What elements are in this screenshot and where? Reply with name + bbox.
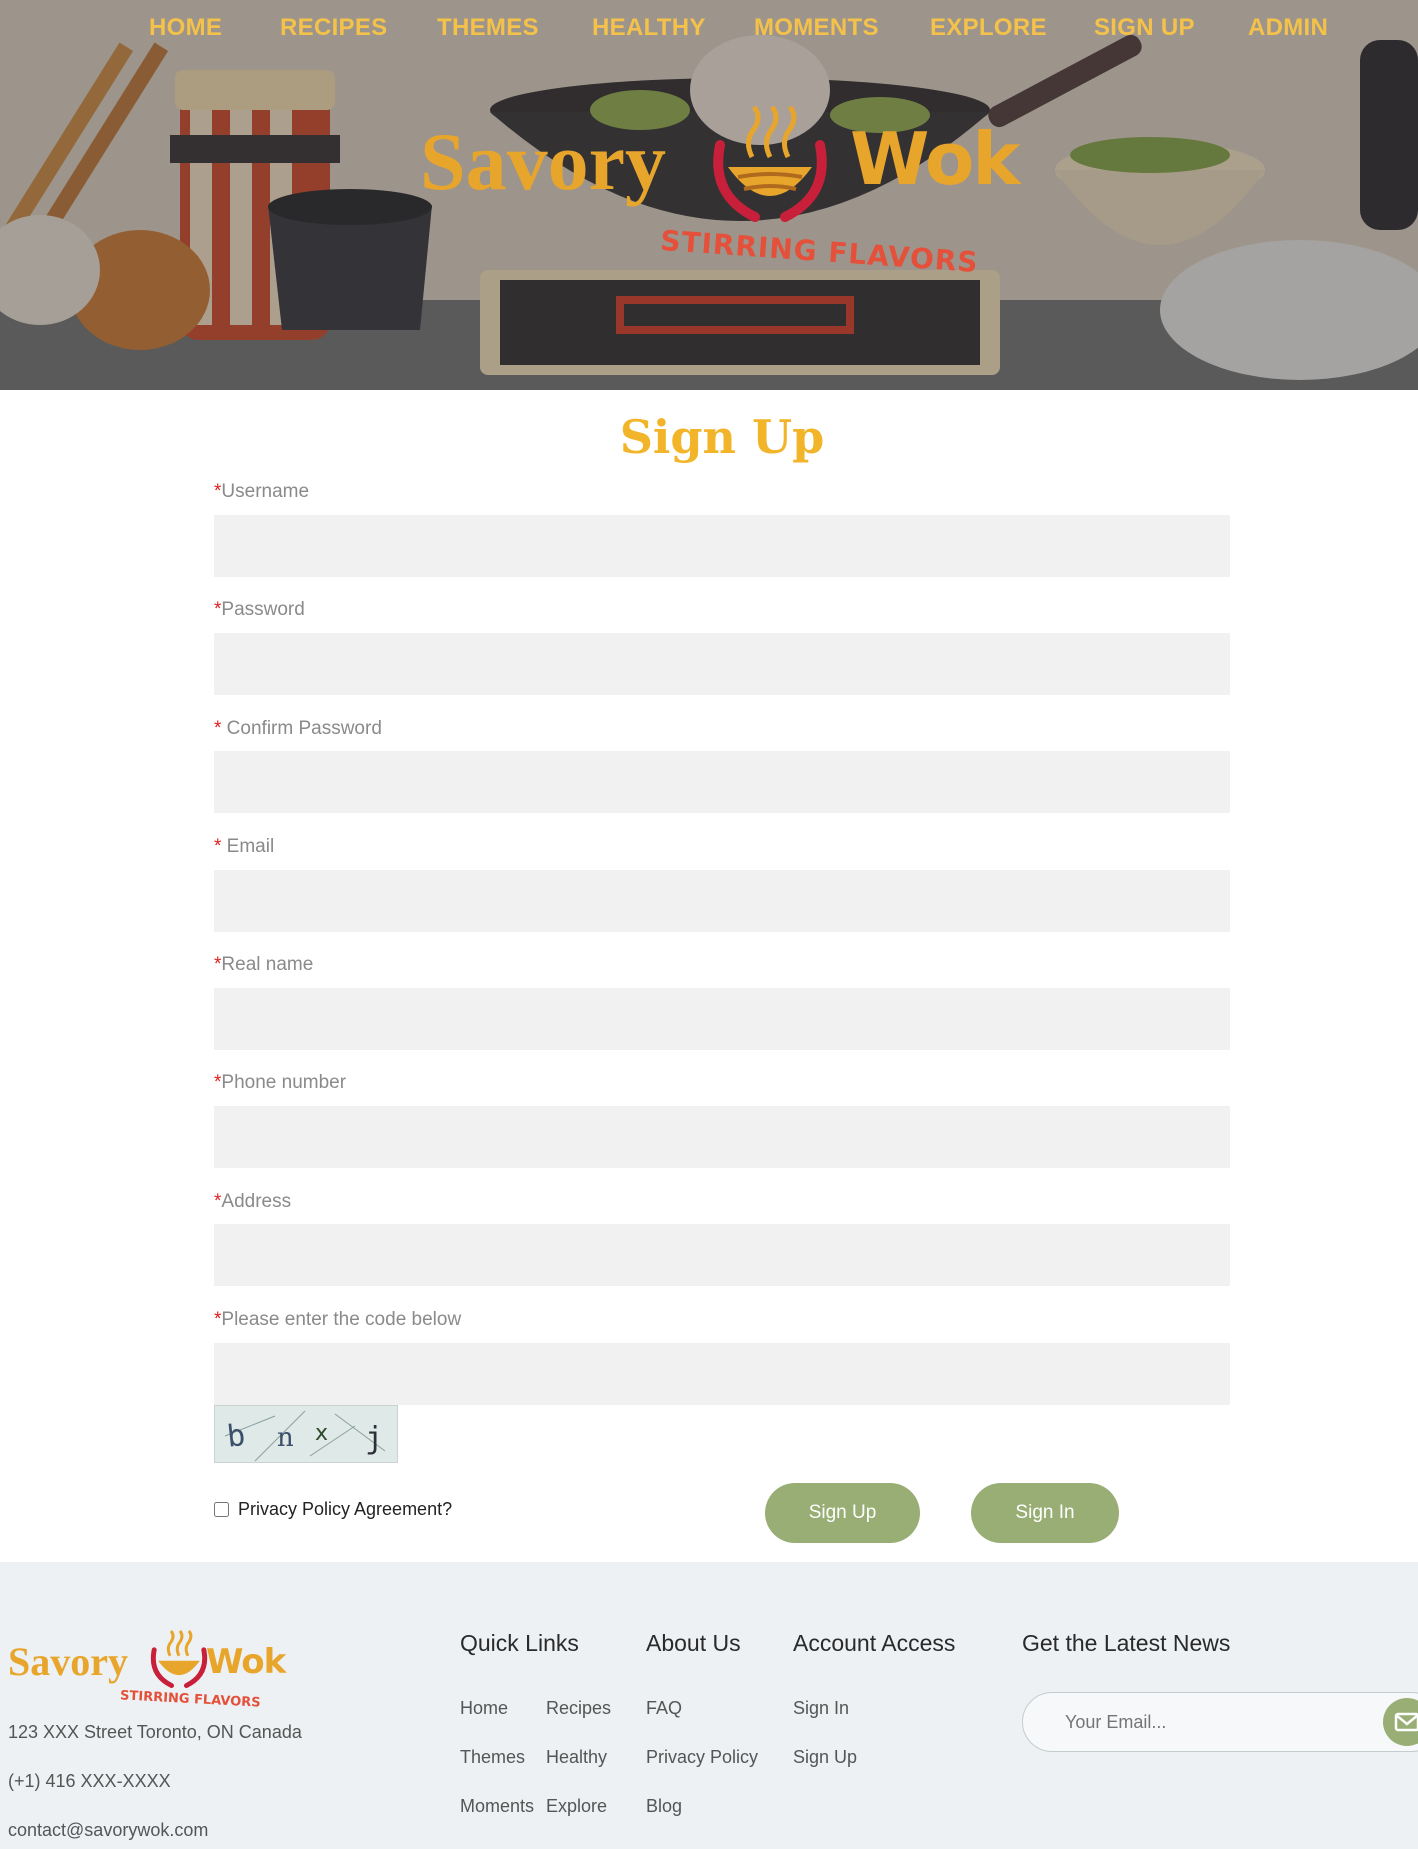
footer-link-blog[interactable]: Blog	[646, 1796, 682, 1817]
username-label: *Username	[214, 481, 310, 502]
confirm-password-label: * Confirm Password	[214, 718, 382, 739]
envelope-icon	[1394, 1712, 1418, 1732]
page: HOME RECIPES THEMES HEALTHY MOMENTS EXPL…	[0, 0, 1418, 1849]
phone-number-input[interactable]	[214, 1106, 1230, 1168]
account-access-heading: Account Access	[793, 1630, 956, 1656]
footer-link-sign-in[interactable]: Sign In	[793, 1698, 849, 1719]
nav-moments[interactable]: MOMENTS	[754, 14, 879, 42]
footer-link-recipes[interactable]: Recipes	[546, 1698, 611, 1719]
footer-logo-word-savory: Savory	[8, 1639, 128, 1684]
nav-home[interactable]: HOME	[149, 14, 222, 42]
footer-link-home[interactable]: Home	[460, 1698, 508, 1719]
privacy-label: Privacy Policy Agreement?	[238, 1498, 453, 1519]
newsletter-email-input[interactable]	[1022, 1692, 1418, 1752]
page-title: Sign Up	[619, 410, 825, 464]
footer-email: contact@savorywok.com	[8, 1820, 209, 1840]
nav-admin[interactable]: ADMIN	[1248, 14, 1328, 42]
footer-link-themes[interactable]: Themes	[460, 1747, 525, 1768]
logo-word-wok: Wok	[850, 117, 1020, 201]
sign-up-button[interactable]: Sign Up	[765, 1483, 920, 1543]
footer-link-sign-up[interactable]: Sign Up	[793, 1747, 857, 1768]
footer-logo-tagline: STIRRING FLAVORS	[119, 1688, 261, 1711]
footer-link-faq[interactable]: FAQ	[646, 1698, 682, 1719]
phone-number-label: *Phone number	[214, 1072, 347, 1093]
svg-text:x: x	[315, 1421, 328, 1446]
captcha-input[interactable]	[214, 1343, 1230, 1405]
password-label: *Password	[214, 599, 305, 620]
captcha-label: *Please enter the code below	[214, 1309, 462, 1330]
footer-link-privacy-policy[interactable]: Privacy Policy	[646, 1747, 758, 1768]
footer-link-explore[interactable]: Explore	[546, 1796, 607, 1817]
footer-phone: (+1) 416 XXX-XXXX	[8, 1771, 171, 1791]
real-name-label: *Real name	[214, 954, 314, 975]
real-name-input[interactable]	[214, 988, 1230, 1050]
confirm-password-input[interactable]	[214, 751, 1230, 813]
username-input[interactable]	[214, 515, 1230, 577]
password-input[interactable]	[214, 633, 1230, 695]
nav-explore[interactable]: EXPLORE	[930, 14, 1047, 42]
address-label: *Address	[214, 1191, 292, 1212]
logo-tagline: STIRRING FLAVORS	[659, 223, 980, 280]
address-input[interactable]	[214, 1224, 1230, 1286]
newsletter-submit-button[interactable]	[1383, 1698, 1418, 1746]
email-label: * Email	[214, 836, 275, 857]
main-nav: HOME RECIPES THEMES HEALTHY MOMENTS EXPL…	[0, 14, 1418, 54]
steaming-bowl-icon	[713, 105, 827, 222]
captcha-image[interactable]: b n x j	[214, 1405, 398, 1463]
newsletter-heading: Get the Latest News	[1022, 1630, 1231, 1656]
brand-logo[interactable]: Savory Wok STIRRING FLAVORS	[420, 105, 1030, 295]
svg-text:b: b	[225, 1418, 247, 1455]
footer-logo-word-wok: Wok	[206, 1642, 286, 1682]
quick-links-heading: Quick Links	[460, 1630, 579, 1656]
hero-banner: HOME RECIPES THEMES HEALTHY MOMENTS EXPL…	[0, 0, 1418, 390]
steaming-bowl-icon	[150, 1630, 208, 1689]
footer-address: 123 XXX Street Toronto, ON Canada	[8, 1722, 302, 1742]
email-input[interactable]	[214, 870, 1230, 932]
privacy-checkbox[interactable]	[214, 1501, 229, 1517]
privacy-agreement[interactable]: Privacy Policy Agreement?	[214, 1497, 452, 1521]
svg-text:n: n	[277, 1423, 294, 1453]
captcha-glyphs: b n x j	[224, 1410, 386, 1462]
nav-healthy[interactable]: HEALTHY	[592, 14, 706, 42]
nav-themes[interactable]: THEMES	[437, 14, 539, 42]
sign-in-button[interactable]: Sign In	[971, 1483, 1119, 1543]
nav-recipes[interactable]: RECIPES	[280, 14, 387, 42]
footer-link-moments[interactable]: Moments	[460, 1796, 534, 1817]
nav-sign-up[interactable]: SIGN UP	[1094, 14, 1195, 42]
logo-word-savory: Savory	[420, 116, 666, 207]
about-us-heading: About Us	[646, 1630, 741, 1656]
svg-text:j: j	[365, 1421, 383, 1456]
footer-link-healthy[interactable]: Healthy	[546, 1747, 607, 1768]
footer-logo[interactable]: Savory Wok STIRRING FLAVORS	[8, 1630, 298, 1712]
